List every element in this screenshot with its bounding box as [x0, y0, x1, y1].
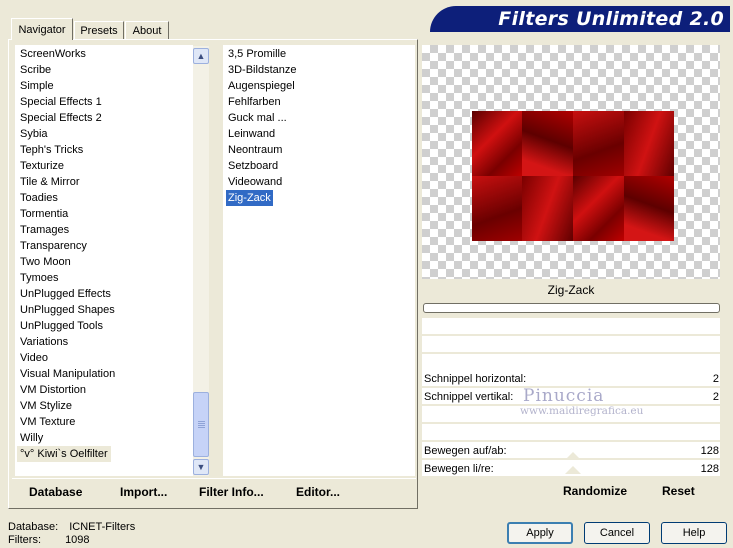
- filter-list[interactable]: 3,5 Promille 3D-Bildstanze Augenspiegel Feh…: [223, 45, 415, 476]
- filter-item[interactable]: 3D-Bildstanze: [228, 62, 296, 78]
- category-item[interactable]: Video: [20, 350, 48, 366]
- progress-bar: [423, 303, 720, 313]
- grip-line: [198, 421, 205, 422]
- scroll-down-button[interactable]: ▼: [193, 459, 209, 475]
- filter-item[interactable]: Guck mal ...: [228, 110, 287, 126]
- category-item[interactable]: UnPlugged Tools: [20, 318, 103, 334]
- apply-button[interactable]: Apply: [507, 522, 573, 544]
- image-tile: [522, 176, 573, 241]
- status-database: Database: ICNET-Filters: [8, 521, 135, 533]
- grip-line: [198, 423, 205, 424]
- param-value[interactable]: 128: [701, 445, 719, 457]
- reset-button[interactable]: Reset: [662, 484, 695, 498]
- filter-item[interactable]: Fehlfarben: [228, 94, 281, 110]
- category-item[interactable]: Special Effects 2: [20, 110, 102, 126]
- category-item[interactable]: Teph's Tricks: [20, 142, 83, 158]
- watermark-site: www.maidiregrafica.eu: [520, 405, 644, 417]
- cancel-button[interactable]: Cancel: [584, 522, 650, 544]
- filter-item[interactable]: Neontraum: [228, 142, 282, 158]
- image-tile: [624, 111, 674, 176]
- status-database-value: ICNET-Filters: [69, 521, 136, 533]
- param-label: Bewegen auf/ab:: [424, 445, 507, 457]
- category-item[interactable]: VM Stylize: [20, 398, 72, 414]
- category-item[interactable]: Tile & Mirror: [20, 174, 79, 190]
- category-item[interactable]: Scribe: [20, 62, 51, 78]
- category-item[interactable]: °v° Kiwi`s Oelfilter: [17, 446, 111, 462]
- app-title: Filters Unlimited 2.0: [498, 8, 724, 30]
- title-banner: Filters Unlimited 2.0: [430, 6, 730, 32]
- category-item[interactable]: Transparency: [20, 238, 87, 254]
- category-item[interactable]: Willy: [20, 430, 43, 446]
- tab-about[interactable]: About: [125, 21, 169, 39]
- import-button[interactable]: Import...: [120, 485, 167, 499]
- status-filters-value: 1098: [65, 534, 90, 546]
- image-tile: [624, 176, 674, 241]
- category-item[interactable]: Visual Manipulation: [20, 366, 115, 382]
- help-button[interactable]: Help: [661, 522, 727, 544]
- filter-info-button[interactable]: Filter Info...: [199, 485, 264, 499]
- category-item[interactable]: VM Distortion: [20, 382, 86, 398]
- watermark-name: Pinuccia: [523, 386, 605, 406]
- status-filters-label: Filters:: [8, 534, 41, 546]
- category-item[interactable]: Simple: [20, 78, 54, 94]
- chevron-up-icon: ▲: [196, 51, 206, 61]
- category-item[interactable]: UnPlugged Shapes: [20, 302, 115, 318]
- filter-item[interactable]: Setzboard: [228, 158, 278, 174]
- scroll-thumb[interactable]: [193, 392, 209, 457]
- filter-item[interactable]: Augenspiegel: [228, 78, 295, 94]
- scroll-up-button[interactable]: ▲: [193, 48, 209, 64]
- tab-presets[interactable]: Presets: [74, 21, 124, 39]
- param-row-empty: [422, 336, 720, 352]
- slider-marker-icon: [565, 452, 581, 474]
- param-value[interactable]: 2: [713, 373, 719, 385]
- param-row-empty: [422, 318, 720, 334]
- status-filters: Filters: 1098: [8, 534, 90, 546]
- param-value[interactable]: 128: [701, 463, 719, 475]
- category-item[interactable]: Tymoes: [20, 270, 59, 286]
- param-label: Schnippel vertikal:: [424, 391, 514, 403]
- filter-item[interactable]: 3,5 Promille: [228, 46, 286, 62]
- preview-filter-name: Zig-Zack: [547, 283, 595, 297]
- category-item[interactable]: VM Texture: [20, 414, 75, 430]
- category-item[interactable]: Special Effects 1: [20, 94, 102, 110]
- image-tile: [522, 111, 573, 176]
- param-value[interactable]: 2: [713, 391, 719, 403]
- category-list[interactable]: ScreenWorks Scribe Simple Special Effects 1…: [15, 45, 193, 476]
- category-item[interactable]: Texturize: [20, 158, 64, 174]
- param-row-empty: [422, 354, 720, 370]
- randomize-button[interactable]: Randomize: [563, 484, 627, 498]
- preview-image: [472, 111, 674, 241]
- tab-navigator[interactable]: Navigator: [11, 18, 73, 40]
- category-item[interactable]: Variations: [20, 334, 68, 350]
- category-item[interactable]: UnPlugged Effects: [20, 286, 111, 302]
- filters-unlimited-window: { "tabs": [ {"label": "Navigator"}, {"la…: [0, 0, 733, 548]
- category-item[interactable]: Tramages: [20, 222, 69, 238]
- database-button[interactable]: Database: [29, 485, 82, 499]
- param-row-empty: [422, 424, 720, 440]
- param-label: Bewegen li/re:: [424, 463, 494, 475]
- category-scrollbar[interactable]: ▲ ▼: [193, 46, 209, 476]
- category-item[interactable]: Two Moon: [20, 254, 71, 270]
- filter-item[interactable]: Zig-Zack: [226, 190, 273, 206]
- category-item[interactable]: Toadies: [20, 190, 58, 206]
- filter-item[interactable]: Videowand: [228, 174, 282, 190]
- status-database-label: Database:: [8, 521, 59, 533]
- image-tile: [472, 176, 523, 241]
- param-label: Schnippel horizontal:: [424, 373, 527, 385]
- category-item[interactable]: Tormentia: [20, 206, 68, 222]
- chevron-down-icon: ▼: [196, 462, 206, 472]
- category-item[interactable]: ScreenWorks: [20, 46, 86, 62]
- category-item[interactable]: Sybia: [20, 126, 48, 142]
- grip-line: [198, 427, 205, 428]
- filter-item[interactable]: Leinwand: [228, 126, 275, 142]
- image-tile: [472, 111, 523, 176]
- grip-line: [198, 425, 205, 426]
- image-tile: [573, 111, 624, 176]
- editor-button[interactable]: Editor...: [296, 485, 340, 499]
- image-tile: [573, 176, 624, 241]
